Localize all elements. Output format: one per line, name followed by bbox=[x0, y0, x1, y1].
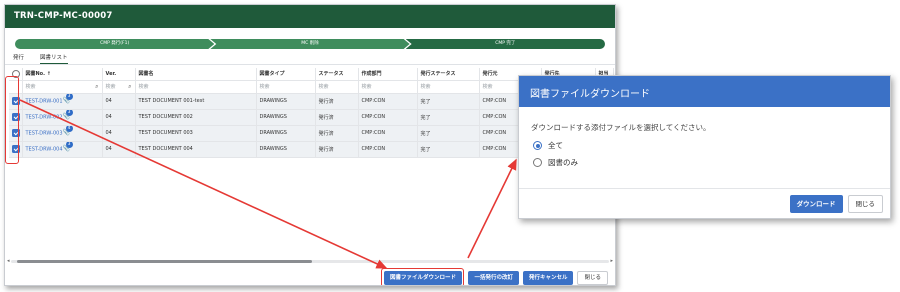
step-complete: CMP 完了 bbox=[405, 39, 605, 49]
filter-ver[interactable]: 検索 ⌕ bbox=[102, 80, 136, 94]
doc-no-link[interactable]: TEST-DRW-002 bbox=[26, 115, 63, 121]
attachment-icon[interactable]: 📎 3 bbox=[63, 109, 73, 121]
dialog-close-button[interactable]: 閉じる bbox=[847, 195, 883, 213]
doc-no-link[interactable]: TEST-DRW-004 bbox=[26, 147, 63, 153]
download-dialog: 図書ファイルダウンロード ダウンロードする添付ファイルを選択してください。 全て… bbox=[518, 75, 891, 219]
scroll-right-icon[interactable]: ▸ bbox=[610, 258, 613, 264]
col-issue-status[interactable]: 発行ステータス bbox=[417, 68, 480, 81]
attachment-count-badge: 3 bbox=[65, 141, 73, 148]
doc-no-link[interactable]: TEST-DRW-003 bbox=[26, 131, 63, 137]
horizontal-scrollbar[interactable] bbox=[11, 260, 609, 263]
step-issue: CMP 発行(F1) bbox=[15, 39, 215, 49]
attachment-icon[interactable]: 📎 3 bbox=[63, 141, 73, 153]
footer-toolbar: 図書ファイルダウンロード 一括発行の改訂 発行キャンセル 閉じる bbox=[381, 268, 608, 285]
step-delete: MC 削除 bbox=[210, 39, 410, 49]
col-doc-no[interactable]: 図書No. ↑ bbox=[22, 68, 103, 81]
dialog-download-button[interactable]: ダウンロード bbox=[789, 195, 843, 213]
attachment-icon[interactable]: 📎 3 bbox=[63, 93, 73, 105]
col-doc-name[interactable]: 図書名 bbox=[135, 68, 257, 81]
search-icon: ⌕ bbox=[128, 82, 132, 90]
bulk-revise-button[interactable]: 一括発行の改訂 bbox=[468, 270, 519, 285]
search-icon: ⌕ bbox=[95, 82, 99, 90]
cancel-issue-button[interactable]: 発行キャンセル bbox=[522, 270, 574, 285]
window-title: TRN-CMP-MC-00007 bbox=[5, 5, 615, 28]
filter-dept[interactable]: 検索 bbox=[358, 80, 418, 94]
dialog-title: 図書ファイルダウンロード bbox=[519, 76, 890, 107]
attachment-count-badge: 3 bbox=[65, 93, 73, 100]
col-ver[interactable]: Ver. bbox=[102, 68, 136, 81]
filter-doc-no[interactable]: 検索 ⌕ bbox=[22, 80, 103, 94]
scroll-left-icon[interactable]: ◂ bbox=[7, 258, 10, 264]
dialog-buttons: ダウンロード 閉じる bbox=[789, 195, 883, 213]
filter-status[interactable]: 検索 bbox=[315, 80, 359, 94]
col-status[interactable]: ステータス bbox=[315, 68, 359, 81]
checkbox-highlight bbox=[5, 76, 19, 164]
filter-issue-status[interactable]: 検索 bbox=[417, 80, 480, 94]
option-all[interactable]: 全て bbox=[533, 140, 563, 151]
col-doc-type[interactable]: 図書タイプ bbox=[256, 68, 316, 81]
filter-doc-type[interactable]: 検索 bbox=[256, 80, 316, 94]
radio-selected[interactable] bbox=[533, 141, 542, 150]
progress-steps: CMP 発行(F1) MC 削除 CMP 完了 bbox=[15, 39, 605, 49]
file-download-button[interactable]: 図書ファイルダウンロード bbox=[383, 270, 462, 285]
close-button[interactable]: 閉じる bbox=[577, 270, 608, 285]
attachment-count-badge: 3 bbox=[65, 109, 73, 116]
col-dept[interactable]: 作成部門 bbox=[358, 68, 418, 81]
doc-no-link[interactable]: TEST-DRW-001 bbox=[26, 99, 63, 105]
tab-bar: 発行 図書リスト bbox=[13, 53, 68, 64]
screenshot-stage: TRN-CMP-MC-00007 CMP 発行(F1) MC 削除 CMP 完了… bbox=[0, 0, 900, 292]
tab-document-list[interactable]: 図書リスト bbox=[40, 53, 68, 64]
attachment-icon[interactable]: 📎 4 bbox=[63, 125, 73, 137]
radio-unselected[interactable] bbox=[533, 158, 542, 167]
option-docs-only[interactable]: 図書のみ bbox=[533, 157, 578, 168]
attachment-count-badge: 4 bbox=[65, 125, 73, 132]
tab-issue[interactable]: 発行 bbox=[13, 53, 24, 64]
filter-doc-name[interactable]: 検索 bbox=[135, 80, 257, 94]
dialog-message: ダウンロードする添付ファイルを選択してください。 bbox=[531, 123, 711, 132]
